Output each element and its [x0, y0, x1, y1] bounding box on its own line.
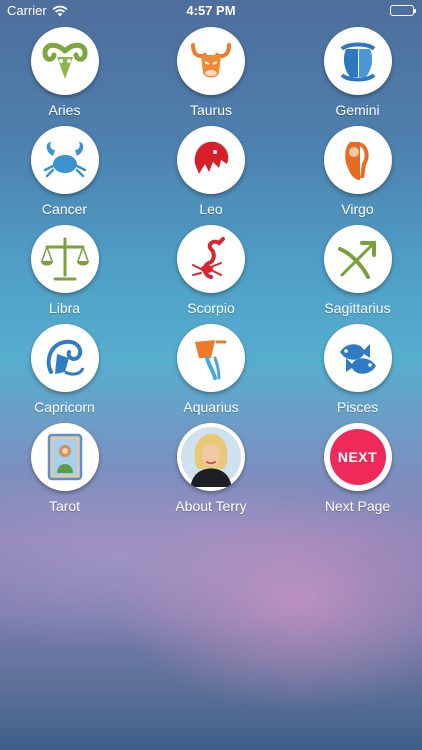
- bow-arrow-icon: [323, 225, 392, 293]
- libra-label: Libra: [48, 300, 81, 316]
- fish-icon: [323, 324, 392, 392]
- pisces-button[interactable]: Pisces: [293, 324, 422, 423]
- gemini-button[interactable]: Gemini: [293, 27, 422, 126]
- scorpion-icon: [177, 225, 245, 293]
- status-time: 4:57 PM: [186, 3, 236, 18]
- pisces-label: Pisces: [336, 399, 379, 415]
- capricorn-button[interactable]: Capricorn: [0, 324, 129, 423]
- about-terry-button[interactable]: About Terry: [129, 423, 293, 522]
- tarot-label: Tarot: [48, 498, 81, 514]
- scorpio-label: Scorpio: [187, 300, 235, 316]
- battery-icon: [390, 5, 416, 16]
- scales-icon: [30, 225, 99, 293]
- scorpio-button[interactable]: Scorpio: [129, 225, 293, 324]
- aries-label: Aries: [48, 102, 81, 118]
- water-bearer-icon: [177, 324, 245, 392]
- crab-icon: [30, 126, 99, 194]
- ram-icon: [30, 27, 99, 95]
- libra-button[interactable]: Libra: [0, 225, 129, 324]
- zodiac-grid: Aries Taurus Gemini Cancer Leo Virgo Lib…: [0, 27, 422, 522]
- terry-portrait-icon: [177, 423, 245, 491]
- about-terry-label: About Terry: [175, 498, 247, 514]
- virgo-label: Virgo: [341, 201, 374, 217]
- capricorn-label: Capricorn: [34, 399, 95, 415]
- leo-label: Leo: [199, 201, 223, 217]
- aries-button[interactable]: Aries: [0, 27, 129, 126]
- tarot-button[interactable]: Tarot: [0, 423, 129, 522]
- aquarius-label: Aquarius: [183, 399, 239, 415]
- aquarius-button[interactable]: Aquarius: [129, 324, 293, 423]
- taurus-button[interactable]: Taurus: [129, 27, 293, 126]
- next-page-button[interactable]: NEXT Next Page: [293, 423, 422, 522]
- tarot-card-icon: [30, 423, 99, 491]
- next-badge-text: NEXT: [329, 429, 386, 485]
- goat-icon: [30, 324, 99, 392]
- sagittarius-label: Sagittarius: [324, 300, 391, 316]
- gemini-label: Gemini: [335, 102, 380, 118]
- taurus-label: Taurus: [189, 102, 233, 118]
- lion-icon: [177, 126, 245, 194]
- next-page-label: Next Page: [324, 498, 391, 514]
- twins-icon: [323, 27, 392, 95]
- bull-icon: [177, 27, 245, 95]
- status-bar: Carrier 4:57 PM: [0, 0, 422, 22]
- leo-button[interactable]: Leo: [129, 126, 293, 225]
- cancer-label: Cancer: [41, 201, 88, 217]
- maiden-icon: [323, 126, 392, 194]
- sagittarius-button[interactable]: Sagittarius: [293, 225, 422, 324]
- cancer-button[interactable]: Cancer: [0, 126, 129, 225]
- virgo-button[interactable]: Virgo: [293, 126, 422, 225]
- next-badge-icon: NEXT: [323, 423, 392, 491]
